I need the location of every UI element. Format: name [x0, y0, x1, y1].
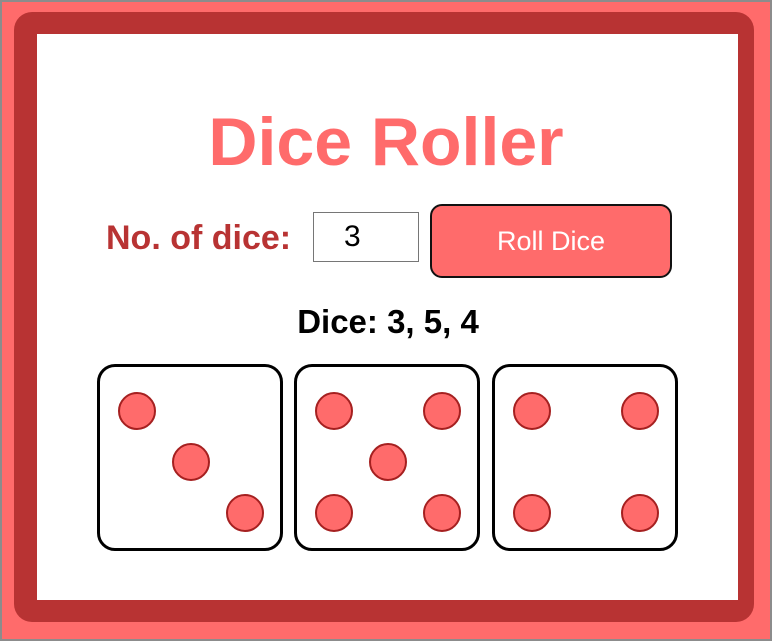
die-pip: [172, 443, 210, 481]
dice-result-prefix: Dice:: [297, 303, 378, 340]
page-title: Dice Roller: [208, 104, 564, 180]
die-1: [97, 364, 283, 551]
die-pip: [118, 392, 156, 430]
die-pip: [513, 392, 551, 430]
die-pip: [423, 494, 461, 532]
die-pip: [315, 392, 353, 430]
dice-count-label: No. of dice:: [106, 219, 292, 257]
die-pip: [315, 494, 353, 532]
die-pip: [513, 494, 551, 532]
die-pip: [621, 494, 659, 532]
roll-dice-button[interactable]: Roll Dice: [430, 204, 672, 278]
dice-result: Dice: 3, 5, 4: [0, 302, 772, 342]
die-pip: [226, 494, 264, 532]
die-2: [294, 364, 480, 551]
die-pip: [423, 392, 461, 430]
die-pip: [369, 443, 407, 481]
dice-result-values: 3, 5, 4: [387, 303, 479, 340]
dice-count-input[interactable]: [313, 212, 419, 262]
die-3: [492, 364, 678, 551]
die-pip: [621, 392, 659, 430]
